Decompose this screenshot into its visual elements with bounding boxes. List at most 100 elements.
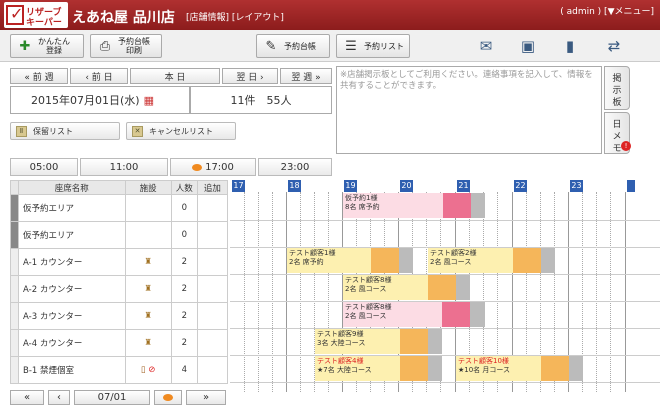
table-row[interactable]: B-1 禁煙個室 ▯ ⊘ 4: [9, 356, 229, 384]
counter-icon: ♜: [124, 302, 172, 330]
seat-count: 0: [170, 221, 198, 249]
add-cell[interactable]: [196, 302, 229, 330]
row-strip: [9, 221, 20, 249]
no-smoking-icon: ⊘: [148, 365, 156, 375]
time-0500-button[interactable]: 05:00: [10, 158, 78, 176]
reservation-block[interactable]: テスト顧客2様 2名 風コース: [428, 248, 555, 273]
chevron-left-icon: ‹: [57, 392, 61, 403]
add-cell[interactable]: [196, 194, 229, 222]
cancel-list-label: キャンセルリスト: [149, 126, 213, 136]
hold-list-label: 保留リスト: [33, 126, 73, 136]
reservation-summary: 11件 55人: [190, 86, 332, 114]
bottom-bubble-button[interactable]: [154, 390, 182, 405]
seat-table: 座席名称 施設 人数 追加 仮予約エリア 0 仮予約エリア 0 A-1 カウンター ♜…: [9, 180, 229, 384]
reservation-block[interactable]: 仮予約1様 8名 席予約: [343, 193, 485, 218]
tab-day-memo[interactable]: 日メモ !: [604, 112, 631, 154]
prev-page-button[interactable]: «: [10, 390, 44, 405]
reservation-block[interactable]: テスト顧客4様 ★7名 大陸コース: [315, 356, 442, 381]
reservation-name: テスト顧客10様: [458, 357, 509, 365]
seat-name: A-4 カウンター: [18, 329, 126, 357]
calendar-icon[interactable]: ▦: [144, 94, 154, 107]
today-button[interactable]: 本 日: [130, 68, 220, 84]
app-header: ✓ リザーブ キーパー えあね屋 品川店 [店舗情報] [レイアウト] ( ad…: [0, 0, 660, 30]
seat-name: 仮予約エリア: [18, 194, 126, 222]
reservation-name: テスト顧客4様: [317, 357, 364, 365]
add-cell[interactable]: [196, 329, 229, 357]
reservation-list-button[interactable]: ☰ 予約リスト: [336, 34, 410, 58]
counter-icon: ♜: [124, 329, 172, 357]
reservation-detail: ★10名 月コース: [458, 366, 511, 374]
seat-name: A-3 カウンター: [18, 302, 126, 330]
speech-bubble-icon: [192, 163, 203, 171]
add-cell[interactable]: [196, 275, 229, 303]
reservation-block[interactable]: テスト顧客8様 2名 風コース: [343, 275, 470, 300]
time-1100-button[interactable]: 11:00: [80, 158, 168, 176]
counter-icon: ♜: [124, 275, 172, 303]
table-row[interactable]: A-1 カウンター ♜ 2: [9, 248, 229, 276]
reservation-block[interactable]: テスト顧客8様 2名 風コース: [343, 302, 485, 327]
timeline-grid[interactable]: 17 18 19 20 21 22 23 仮予約1様 8名 席予約 テスト顧客1…: [230, 180, 660, 392]
reservation-block[interactable]: テスト顧客1様 2名 席予約: [287, 248, 413, 273]
pause-icon: Ⅱ: [16, 125, 27, 137]
alert-icon: !: [621, 141, 631, 151]
book-icon: ✎: [265, 38, 277, 54]
seat-count: 4: [170, 356, 198, 384]
reservation-detail: 2名 風コース: [345, 285, 387, 293]
table-row[interactable]: A-2 カウンター ♜ 2: [9, 275, 229, 303]
header-links[interactable]: [店舗情報] [レイアウト]: [186, 10, 284, 23]
cancel-list-button[interactable]: ✕ キャンセルリスト: [126, 122, 236, 140]
logo[interactable]: ✓ リザーブ キーパー: [4, 2, 68, 28]
reservation-name: 仮予約1様: [345, 194, 378, 202]
sync-icon[interactable]: ⇄: [600, 34, 628, 58]
hold-list-button[interactable]: Ⅱ 保留リスト: [10, 122, 120, 140]
speech-bubble-icon: [163, 394, 173, 401]
table-row[interactable]: 仮予約エリア 0: [9, 194, 229, 222]
reservation-name: テスト顧客9様: [317, 330, 364, 338]
print-book-button[interactable]: ⎙ 予約台帳 印刷: [90, 34, 162, 58]
logo-line2: キーパー: [26, 18, 62, 28]
next-week-button[interactable]: 翌 週 »: [280, 68, 332, 84]
time-2300-button[interactable]: 23:00: [258, 158, 332, 176]
prev-button[interactable]: ‹: [48, 390, 70, 405]
next-page-button[interactable]: »: [186, 390, 226, 405]
time-1700-label: 17:00: [205, 161, 234, 173]
notice-board[interactable]: ※店舗掲示板としてご利用ください。連絡事項を記入して、情報を共有することができま…: [336, 66, 602, 154]
bar-chart-icon[interactable]: ▮: [556, 34, 584, 58]
admin-menu[interactable]: ( admin ) [▼メニュー]: [560, 4, 654, 17]
prev-week-button[interactable]: « 前 週: [10, 68, 68, 84]
header-seat: 座席名称: [18, 180, 126, 195]
reservation-list-label: 予約リスト: [364, 41, 404, 51]
hour-23: 23: [570, 180, 583, 192]
facility-cell: [124, 194, 172, 222]
hour-20: 20: [400, 180, 413, 192]
time-1700-button[interactable]: 17:00: [170, 158, 256, 176]
hour-22: 22: [514, 180, 527, 192]
next-day-button[interactable]: 翌 日 ›: [222, 68, 278, 84]
reservation-block[interactable]: テスト顧客10様 ★10名 月コース: [456, 356, 583, 381]
counter-icon: ♜: [124, 248, 172, 276]
table-row[interactable]: 仮予約エリア 0: [9, 221, 229, 249]
seat-count: 2: [170, 275, 198, 303]
tab-board[interactable]: 掲示板: [604, 66, 630, 110]
mail-icon[interactable]: ✉: [472, 34, 500, 58]
printer-icon: ⎙: [99, 38, 111, 54]
table-row[interactable]: A-3 カウンター ♜ 2: [9, 302, 229, 330]
double-chevron-left-icon: «: [23, 392, 31, 403]
facility-cell: ▯ ⊘: [124, 356, 172, 384]
prev-day-button[interactable]: ‹ 前 日: [70, 68, 128, 84]
add-cell[interactable]: [196, 356, 229, 384]
reservation-block[interactable]: テスト顧客9様 3名 大陸コース: [315, 329, 442, 354]
add-cell[interactable]: [196, 248, 229, 276]
reservation-book-button[interactable]: ✎ 予約台帳: [256, 34, 330, 58]
grid-footer: [230, 392, 660, 405]
hour-next: [627, 180, 635, 192]
easy-register-button[interactable]: ✚ かんたん 登録: [10, 34, 84, 58]
register-icon[interactable]: ▣: [514, 34, 542, 58]
table-row[interactable]: A-4 カウンター ♜ 2: [9, 329, 229, 357]
row-strip: [9, 302, 20, 330]
reservation-detail: ★7名 大陸コース: [317, 366, 372, 374]
add-cell[interactable]: [196, 221, 229, 249]
row-strip: [9, 194, 20, 222]
table-header: 座席名称 施設 人数 追加: [9, 180, 229, 195]
bottom-date: 07/01: [74, 390, 150, 405]
